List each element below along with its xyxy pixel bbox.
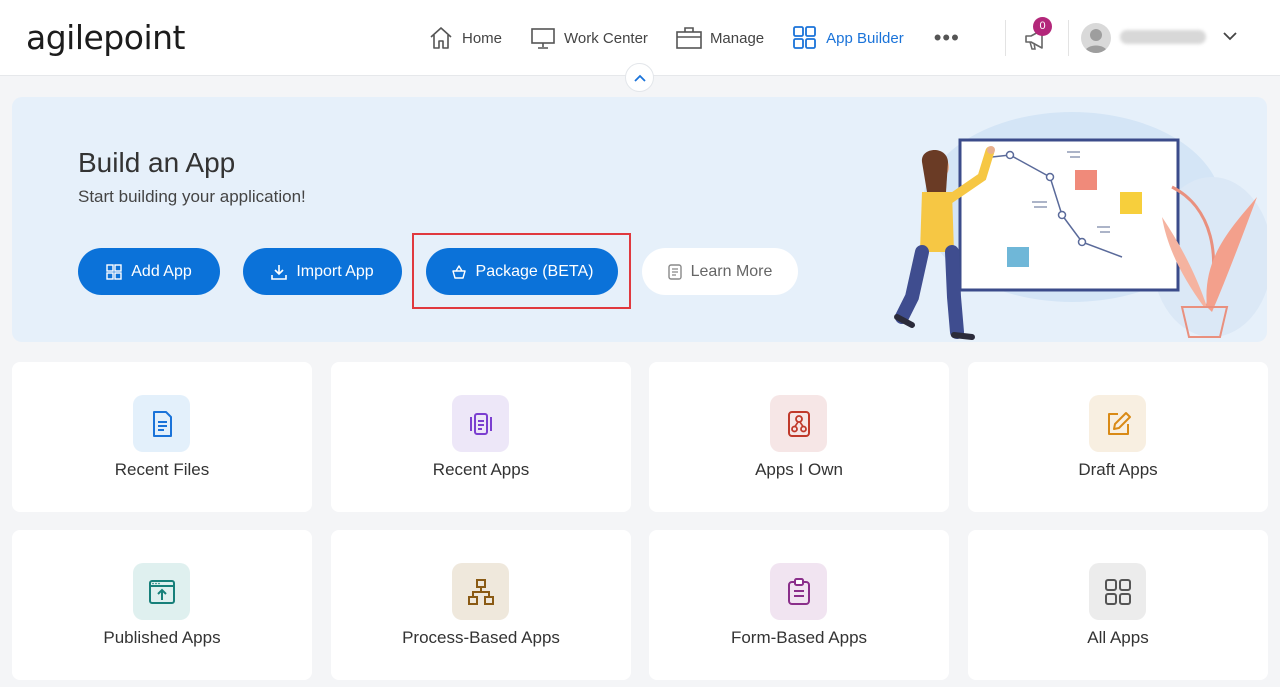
agilepoint-logo[interactable]: agilepoint bbox=[26, 18, 185, 57]
header-divider-2 bbox=[1068, 20, 1069, 56]
nav-manage[interactable]: Manage bbox=[676, 26, 764, 50]
notification-badge: 0 bbox=[1033, 17, 1052, 36]
woman-whiteboard-illustration bbox=[894, 112, 1267, 340]
nav-home-label: Home bbox=[462, 29, 503, 47]
avatar[interactable] bbox=[1081, 23, 1111, 53]
add-app-label: Add App bbox=[131, 262, 192, 280]
card-label: All Apps bbox=[1087, 628, 1149, 647]
page-title: Build an App bbox=[78, 147, 236, 178]
card-label: Recent Apps bbox=[432, 460, 530, 479]
monitor-icon bbox=[531, 28, 555, 49]
card-icon-bg bbox=[1089, 395, 1146, 452]
card-form-based-apps[interactable]: Form-Based Apps bbox=[649, 530, 949, 680]
learn-more-label: Learn More bbox=[690, 262, 773, 280]
learn-more-button[interactable]: Learn More bbox=[642, 248, 798, 295]
publish-icon bbox=[148, 579, 175, 604]
chevron-up-icon bbox=[633, 74, 646, 82]
card-label: Process-Based Apps bbox=[402, 628, 560, 647]
card-icon-bg bbox=[770, 395, 827, 452]
document-icon bbox=[667, 263, 682, 280]
card-published-apps[interactable]: Published Apps bbox=[12, 530, 312, 680]
grid-icon bbox=[106, 263, 122, 280]
import-app-button[interactable]: Import App bbox=[243, 248, 402, 295]
home-icon bbox=[430, 27, 452, 49]
package-highlight-frame bbox=[412, 233, 631, 309]
card-label: Draft Apps bbox=[1078, 460, 1158, 479]
card-process-based-apps[interactable]: Process-Based Apps bbox=[331, 530, 631, 680]
import-app-label: Import App bbox=[296, 262, 374, 280]
nav-app-builder-label: App Builder bbox=[826, 29, 904, 47]
add-app-button[interactable]: Add App bbox=[78, 248, 220, 295]
card-label: Form-Based Apps bbox=[730, 628, 868, 647]
nav-work-center-label: Work Center bbox=[564, 29, 648, 47]
nav-work-center[interactable]: Work Center bbox=[530, 26, 648, 50]
card-apps-i-own[interactable]: Apps I Own bbox=[649, 362, 949, 512]
user-name-blurred[interactable] bbox=[1120, 30, 1206, 44]
grid-icon bbox=[793, 26, 817, 49]
download-icon bbox=[271, 264, 288, 280]
card-all-apps[interactable]: All Apps bbox=[968, 530, 1268, 680]
page-subtitle: Start building your application! bbox=[78, 187, 306, 206]
owned-app-icon bbox=[787, 410, 810, 437]
collapse-header-button[interactable] bbox=[625, 63, 654, 92]
card-label: Published Apps bbox=[103, 628, 221, 647]
card-icon-bg bbox=[133, 563, 190, 620]
nav-app-builder[interactable]: App Builder bbox=[792, 26, 904, 50]
form-icon bbox=[787, 577, 810, 605]
card-icon-bg bbox=[770, 563, 827, 620]
card-icon-bg bbox=[133, 395, 190, 452]
document-icon bbox=[152, 410, 172, 437]
card-recent-apps[interactable]: Recent Apps bbox=[331, 362, 631, 512]
briefcase-icon bbox=[676, 27, 702, 49]
more-menu-icon[interactable]: ••• bbox=[934, 27, 960, 49]
nav-manage-label: Manage bbox=[709, 29, 765, 47]
header-divider bbox=[1005, 20, 1006, 56]
build-app-hero: Build an App Start building your applica… bbox=[12, 97, 1267, 342]
card-label: Recent Files bbox=[114, 460, 210, 479]
card-icon-bg bbox=[1089, 563, 1146, 620]
all-apps-icon bbox=[1104, 578, 1131, 605]
card-recent-files[interactable]: Recent Files bbox=[12, 362, 312, 512]
user-icon bbox=[1084, 29, 1108, 53]
card-draft-apps[interactable]: Draft Apps bbox=[968, 362, 1268, 512]
main-nav: Home Work Center Manage App Builder ••• bbox=[428, 24, 960, 52]
card-icon-bg bbox=[452, 563, 509, 620]
process-icon bbox=[467, 578, 494, 605]
edit-icon bbox=[1107, 411, 1131, 435]
card-label: Apps I Own bbox=[755, 460, 843, 479]
card-icon-bg bbox=[452, 395, 509, 452]
app-carousel-icon bbox=[469, 412, 492, 435]
nav-home[interactable]: Home bbox=[428, 26, 502, 50]
chevron-down-icon[interactable] bbox=[1222, 30, 1238, 42]
